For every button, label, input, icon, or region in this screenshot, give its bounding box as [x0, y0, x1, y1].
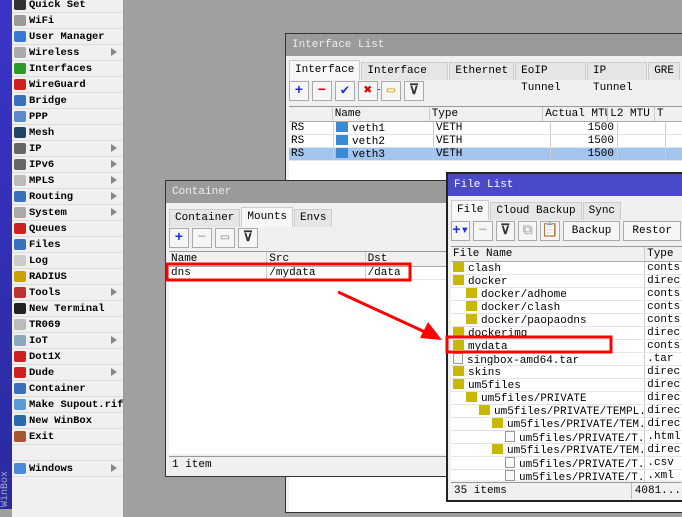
highlight-mount-row [165, 262, 412, 282]
annotation-arrow [337, 290, 426, 334]
annotation-layer [165, 262, 613, 354]
highlight-mydata-row [445, 335, 613, 354]
